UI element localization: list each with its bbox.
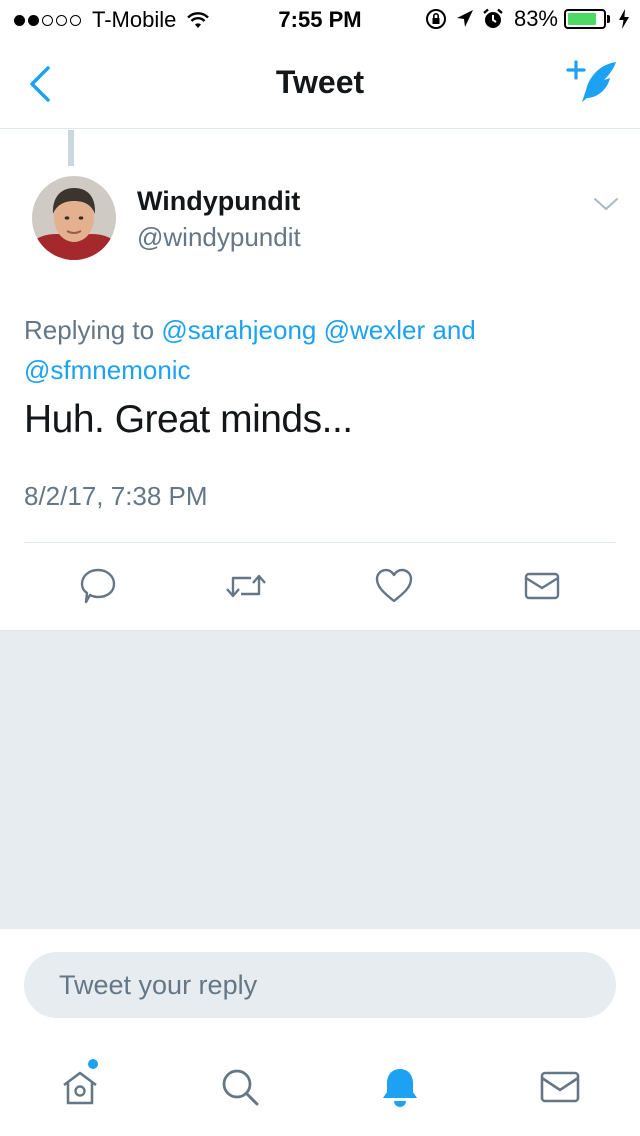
status-right: 83% xyxy=(416,6,630,32)
mention-joiner[interactable]: and xyxy=(432,315,475,345)
reply-icon xyxy=(80,568,116,604)
alarm-icon xyxy=(483,8,503,28)
mention-link[interactable]: @sfmnemonic xyxy=(24,355,191,385)
compose-tweet-icon xyxy=(566,60,616,102)
rotation-lock-icon xyxy=(425,9,446,29)
replying-to-context: Replying to @sarahjeong @wexler and @sfm… xyxy=(24,310,584,390)
search-icon xyxy=(222,1069,259,1106)
author-handle[interactable]: @windypundit xyxy=(137,222,301,253)
reply-bar xyxy=(0,929,640,1039)
tab-messages[interactable] xyxy=(532,1059,588,1115)
tweet-actions xyxy=(0,562,640,610)
replying-to-label: Replying to xyxy=(24,315,155,345)
mention-link[interactable]: @sarahjeong xyxy=(161,315,316,345)
battery-icon xyxy=(564,9,606,29)
back-button[interactable] xyxy=(22,64,62,104)
charging-bolt-icon xyxy=(619,9,629,29)
location-arrow-icon xyxy=(456,10,473,27)
like-button[interactable] xyxy=(370,562,418,610)
notification-badge-dot xyxy=(88,1059,98,1069)
tab-search[interactable] xyxy=(212,1059,268,1115)
compose-tweet-button[interactable] xyxy=(564,58,620,108)
page-title: Tweet xyxy=(275,64,365,100)
bell-icon xyxy=(383,1069,417,1107)
status-bar: T-Mobile 7:55 PM 83% xyxy=(0,0,640,40)
envelope-icon xyxy=(524,572,560,600)
navigation-bar: Tweet xyxy=(0,40,640,129)
tab-bar xyxy=(0,1039,640,1136)
avatar[interactable] xyxy=(32,176,116,260)
divider xyxy=(24,542,616,543)
tab-home[interactable] xyxy=(52,1059,108,1115)
mention-link[interactable]: @wexler xyxy=(324,315,426,345)
home-icon xyxy=(63,1071,97,1105)
battery-percent: 83% xyxy=(513,6,558,31)
tweet-options-button[interactable] xyxy=(592,192,620,216)
user-avatar-image xyxy=(32,176,116,260)
empty-replies-area xyxy=(0,630,640,930)
thread-connector-line xyxy=(68,130,74,166)
tweet-timestamp: 8/2/17, 7:38 PM xyxy=(24,481,208,511)
battery-tip xyxy=(607,15,610,23)
author-name[interactable]: Windypundit xyxy=(137,186,300,217)
reply-button[interactable] xyxy=(74,562,122,610)
reply-input[interactable] xyxy=(24,952,616,1018)
tab-notifications[interactable] xyxy=(372,1059,428,1115)
chevron-down-icon xyxy=(594,198,618,211)
envelope-icon xyxy=(540,1071,580,1103)
retweet-button[interactable] xyxy=(222,562,270,610)
dm-share-button[interactable] xyxy=(518,562,566,610)
heart-icon xyxy=(375,568,413,603)
chevron-left-icon xyxy=(30,66,50,102)
retweet-icon xyxy=(226,574,266,598)
tweet-text: Huh. Great minds... xyxy=(24,398,353,441)
